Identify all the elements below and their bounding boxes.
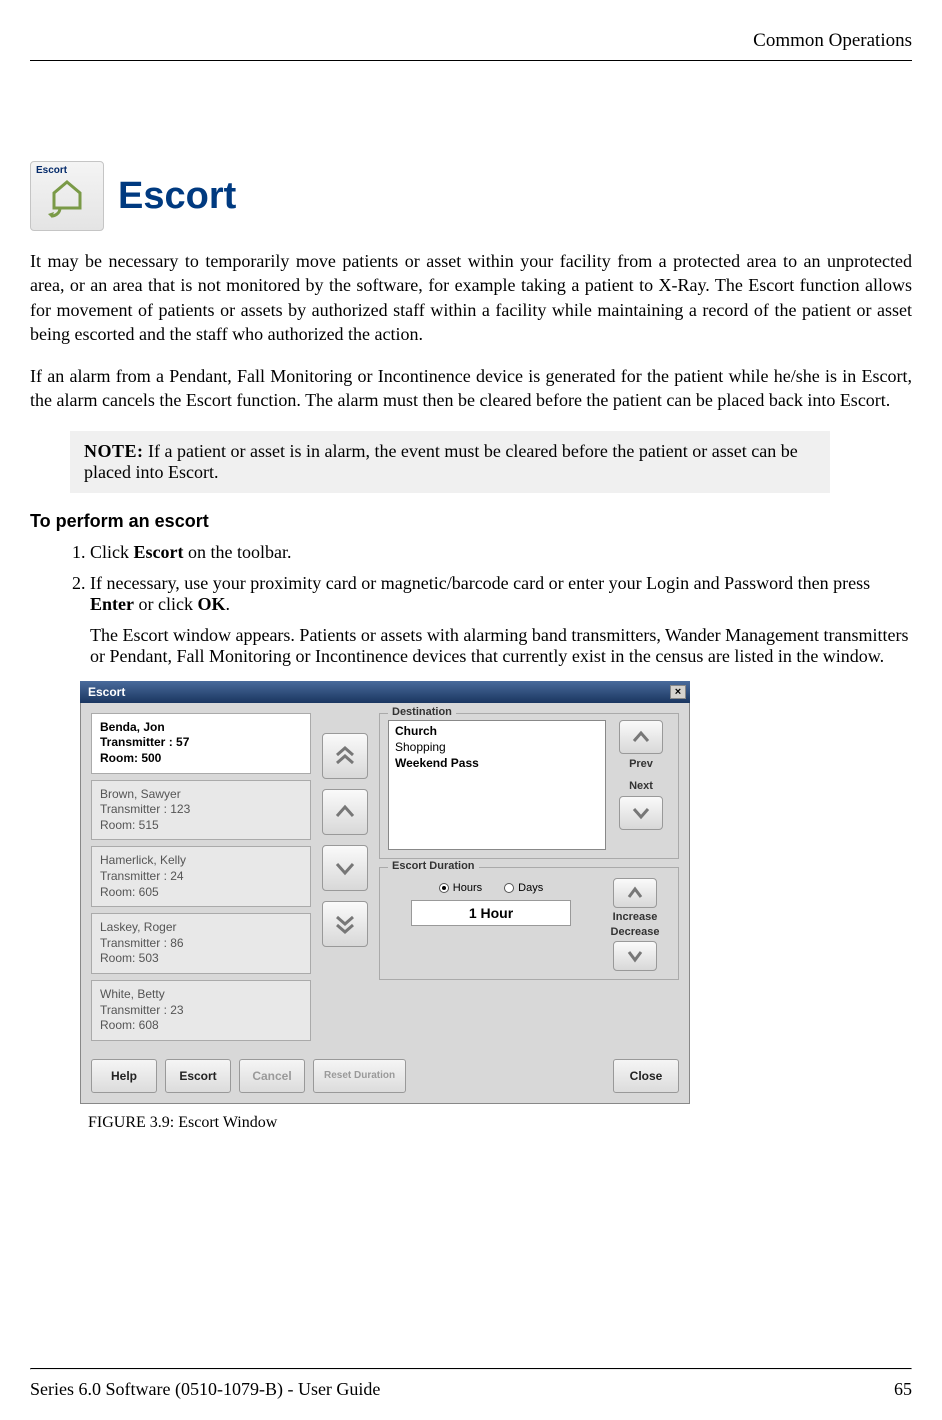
- next-label: Next: [629, 780, 653, 792]
- scroll-down-button[interactable]: [322, 845, 368, 891]
- list-item[interactable]: Church: [391, 723, 603, 739]
- close-icon[interactable]: ×: [670, 685, 686, 699]
- down-icon: [332, 855, 358, 881]
- scroll-top-button[interactable]: [322, 733, 368, 779]
- footer-rule: [30, 1368, 912, 1370]
- help-button[interactable]: Help: [91, 1059, 157, 1093]
- scroll-bottom-button[interactable]: [322, 901, 368, 947]
- page-footer: Series 6.0 Software (0510-1079-B) - User…: [30, 1379, 912, 1400]
- escort-toolbar-icon: Escort: [30, 161, 104, 231]
- increase-button[interactable]: [613, 878, 657, 908]
- down-icon: [626, 947, 644, 965]
- scroll-up-button[interactable]: [322, 789, 368, 835]
- close-button[interactable]: Close: [613, 1059, 679, 1093]
- dialog-title: Escort: [88, 685, 125, 699]
- patient-card[interactable]: Hamerlick, Kelly Transmitter : 24 Room: …: [91, 846, 311, 907]
- duration-legend: Escort Duration: [388, 860, 479, 872]
- figure-caption: FIGURE 3.9: Escort Window: [88, 1114, 912, 1132]
- prev-label: Prev: [629, 758, 653, 770]
- hours-radio[interactable]: Hours: [439, 882, 482, 894]
- duration-fieldset: Escort Duration Hours Days 1 Hour: [379, 867, 679, 980]
- radio-on-icon: [439, 883, 449, 893]
- increase-label: Increase: [613, 911, 658, 923]
- house-arrow-icon: [46, 178, 88, 218]
- up-icon: [626, 884, 644, 902]
- running-title: Common Operations: [753, 30, 912, 51]
- note-box: NOTE: If a patient or asset is in alarm,…: [70, 431, 830, 493]
- radio-off-icon: [504, 883, 514, 893]
- dialog-body: Benda, Jon Transmitter : 57 Room: 500 Br…: [80, 703, 690, 1104]
- dialog-titlebar: Escort ×: [80, 681, 690, 703]
- destination-list[interactable]: Church Shopping Weekend Pass: [388, 720, 606, 850]
- escort-button[interactable]: Escort: [165, 1059, 231, 1093]
- duration-value: 1 Hour: [411, 900, 571, 926]
- patient-card[interactable]: Brown, Sawyer Transmitter : 123 Room: 51…: [91, 780, 311, 841]
- patient-card[interactable]: Benda, Jon Transmitter : 57 Room: 500: [91, 713, 311, 774]
- task-heading: To perform an escort: [30, 511, 912, 532]
- up-icon: [631, 727, 651, 747]
- section-title: Escort: [118, 175, 236, 218]
- reset-duration-button[interactable]: Reset Duration: [313, 1059, 406, 1093]
- page-number: 65: [894, 1379, 912, 1400]
- section-title-row: Escort Escort: [30, 161, 912, 231]
- footer-left: Series 6.0 Software (0510-1079-B) - User…: [30, 1379, 380, 1400]
- intro-para-1: It may be necessary to temporarily move …: [30, 249, 912, 346]
- cancel-button[interactable]: Cancel: [239, 1059, 305, 1093]
- dialog-main: Destination Church Shopping Weekend Pass…: [379, 713, 679, 1041]
- header-rule: [30, 60, 912, 61]
- note-text: If a patient or asset is in alarm, the e…: [84, 441, 798, 482]
- patient-card[interactable]: White, Betty Transmitter : 23 Room: 608: [91, 980, 311, 1041]
- patient-card[interactable]: Laskey, Roger Transmitter : 86 Room: 503: [91, 913, 311, 974]
- dest-prev-button[interactable]: [619, 720, 663, 754]
- step-2-extra: The Escort window appears. Patients or a…: [90, 625, 912, 667]
- escort-icon-label: Escort: [36, 165, 67, 176]
- days-radio[interactable]: Days: [504, 882, 543, 894]
- destination-fieldset: Destination Church Shopping Weekend Pass…: [379, 713, 679, 859]
- list-item[interactable]: Shopping: [391, 739, 603, 755]
- steps-list: Click Escort on the toolbar. If necessar…: [90, 542, 912, 667]
- step-2: If necessary, use your proximity card or…: [90, 573, 912, 667]
- escort-dialog: Escort × Benda, Jon Transmitter : 57 Roo…: [80, 681, 690, 1104]
- step-1: Click Escort on the toolbar.: [90, 542, 912, 563]
- up-icon: [332, 799, 358, 825]
- running-header: Common Operations: [30, 30, 912, 52]
- duration-unit-radios: Hours Days: [439, 882, 543, 894]
- patient-list: Benda, Jon Transmitter : 57 Room: 500 Br…: [91, 713, 311, 1041]
- double-up-icon: [332, 743, 358, 769]
- dialog-buttons: Help Escort Cancel Reset Duration Close: [91, 1059, 679, 1093]
- list-item[interactable]: Weekend Pass: [391, 755, 603, 771]
- dest-next-button[interactable]: [619, 796, 663, 830]
- patient-nav: [317, 713, 373, 1041]
- destination-legend: Destination: [388, 706, 456, 718]
- decrease-button[interactable]: [613, 941, 657, 971]
- intro-para-2: If an alarm from a Pendant, Fall Monitor…: [30, 364, 912, 413]
- double-down-icon: [332, 911, 358, 937]
- decrease-label: Decrease: [611, 926, 660, 938]
- note-label: NOTE:: [84, 441, 144, 461]
- down-icon: [631, 803, 651, 823]
